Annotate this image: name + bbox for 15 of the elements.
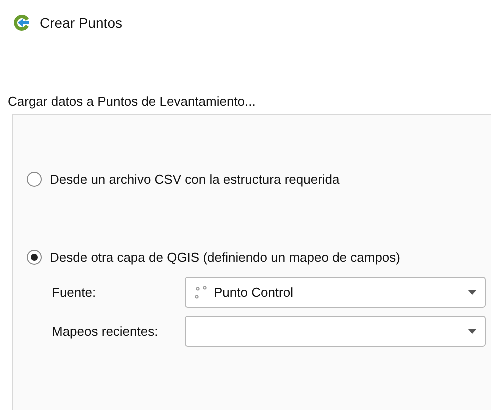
point-layer-icon xyxy=(194,286,208,300)
dropdown-arrow-icon xyxy=(468,329,477,334)
dropdown-arrow-icon xyxy=(468,290,477,295)
group-title: Cargar datos a Puntos de Levantamiento... xyxy=(8,94,256,109)
dropdown[interactable]: Punto Control xyxy=(185,277,486,308)
dropdown-value: Punto Control xyxy=(214,284,294,302)
radio-label: Desde otra capa de QGIS (definiendo un mapeo de campos) xyxy=(50,248,400,267)
radio-button[interactable] xyxy=(27,250,42,265)
radio-label: Desde un archivo CSV con la estructura requerida xyxy=(50,171,340,189)
field-label: Mapeos recientes: xyxy=(52,322,160,341)
dropdown[interactable] xyxy=(185,316,486,347)
field-label: Fuente: xyxy=(52,284,98,302)
app-logo-icon xyxy=(12,13,32,33)
radio-button[interactable] xyxy=(27,172,42,188)
window-title: Crear Puntos xyxy=(40,14,122,32)
